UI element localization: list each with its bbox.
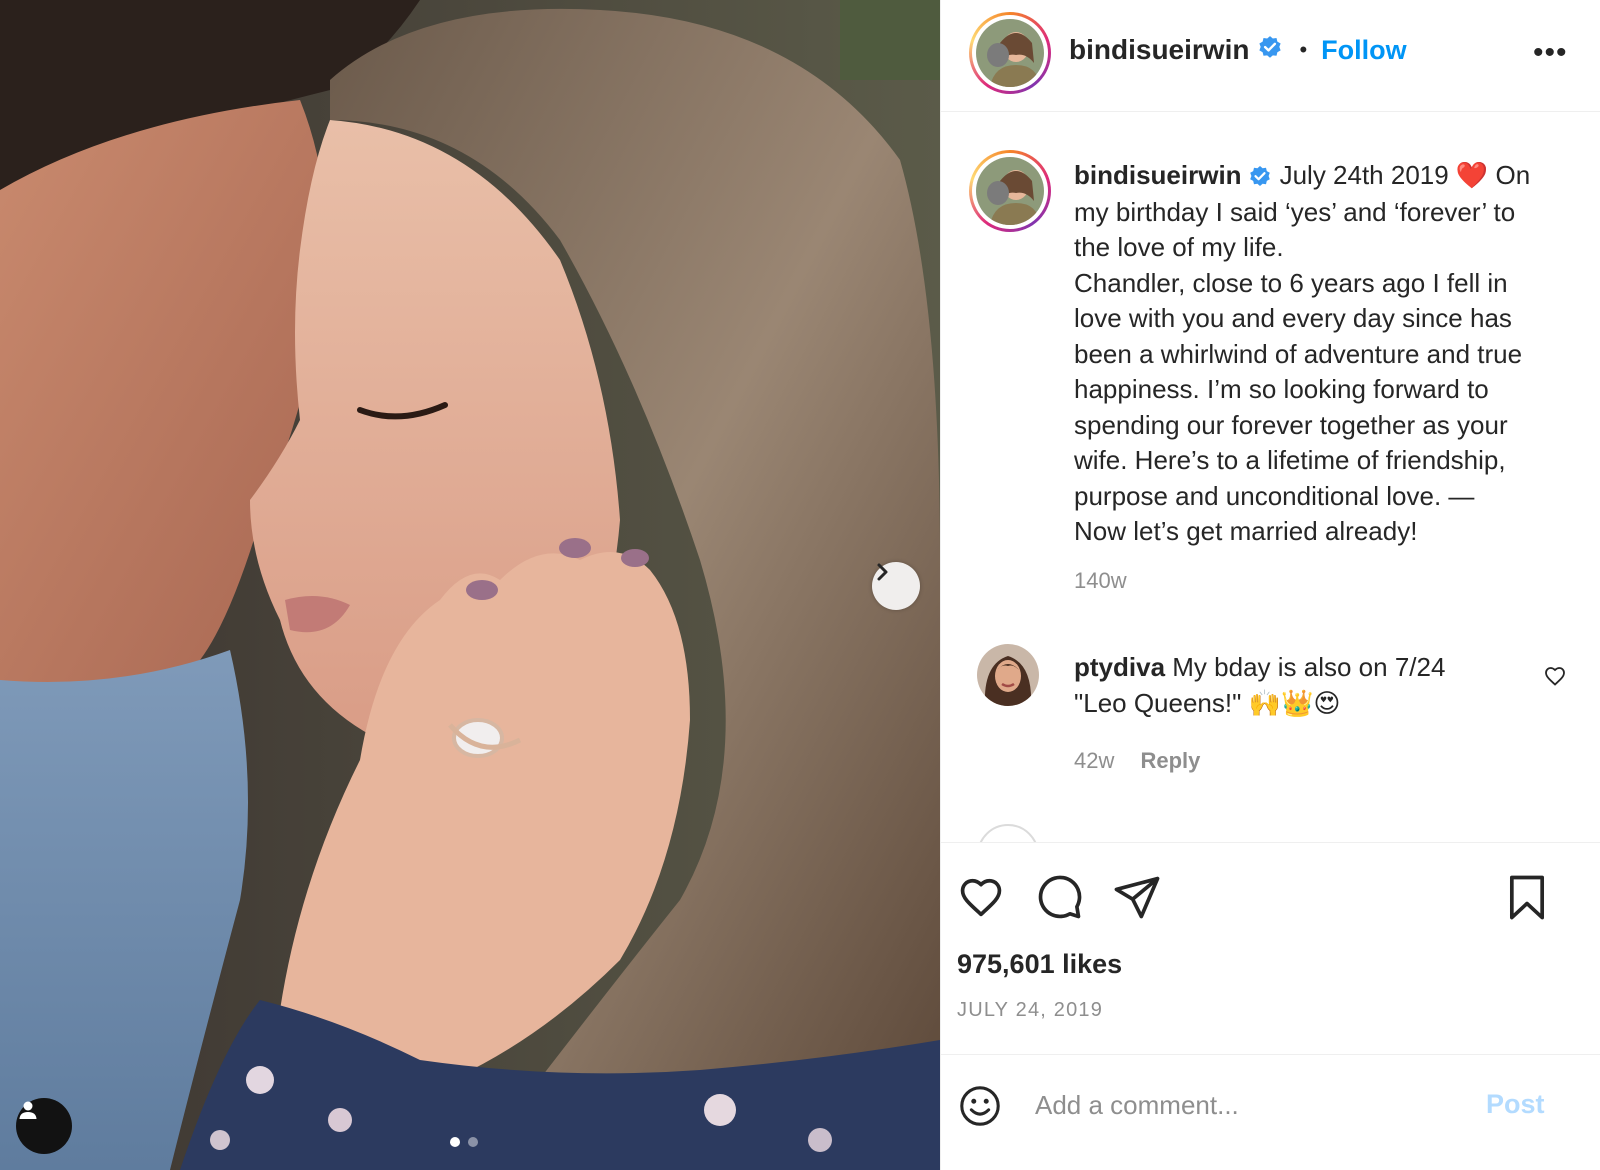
post-comment-button[interactable]: Post [1486,1089,1545,1120]
verified-badge-icon [1248,159,1272,195]
chevron-right-icon [877,563,888,581]
comment-bubble-icon [1038,875,1082,919]
instagram-post-view: bindisueirwin • Follow ••• bindisueirwin… [0,0,1600,1170]
header-user-row: bindisueirwin • Follow [1069,34,1407,66]
caption-text: love with you and every day since has [1074,303,1512,334]
comment-text: My bday is also on 7/24 [1172,652,1446,682]
carousel-next-button[interactable] [872,562,920,610]
caption-text: the love of my life. [1074,232,1284,263]
emoji-picker-button[interactable] [957,1083,1003,1134]
more-options-icon[interactable]: ••• [1533,36,1568,70]
comment-item: ptydiva My bday is also on 7/24 "Leo Que… [1074,650,1514,721]
author-avatar-image [976,19,1044,87]
caption-text: Now let’s get married already! [1074,516,1418,547]
caption-text: July 24th 2019 ❤️ On [1279,160,1531,190]
reply-button[interactable]: Reply [1140,748,1200,773]
caption-text: my birthday I said ‘yes’ and ‘forever’ t… [1074,196,1516,227]
verified-badge-icon [1257,35,1283,66]
bookmark-icon [1509,875,1545,920]
caption-timestamp[interactable]: 140w [1074,568,1127,594]
caption-author-avatar-image [976,157,1044,225]
comment-text-line-2: "Leo Queens!" 🙌👑😍 [1074,687,1341,718]
comment-button[interactable] [1033,871,1085,928]
tagged-users-button[interactable] [16,1098,72,1154]
comment-line-1: ptydiva My bday is also on 7/24 [1074,650,1514,686]
post-photo[interactable] [0,0,940,1170]
follow-button[interactable]: Follow [1321,35,1406,66]
comment-input[interactable] [1035,1085,1455,1125]
commenter-avatar[interactable] [977,644,1039,706]
caption-line-1: bindisueirwin July 24th 2019 ❤️ On [1074,158,1584,195]
like-button[interactable] [955,871,1007,928]
smiley-icon [960,1086,1000,1126]
carousel-dot-active [450,1137,460,1147]
like-count[interactable]: 975,601 likes [957,949,1122,980]
small-heart-icon [1545,667,1565,686]
user-tag-icon [19,1101,37,1119]
carousel-dot [468,1137,478,1147]
caption-author-avatar[interactable] [969,150,1051,232]
comment-timestamp[interactable]: 42w [1074,748,1114,773]
caption-text: happiness. I’m so looking forward to [1074,374,1489,405]
comment-like-button[interactable] [1543,664,1567,693]
heart-icon [960,878,1002,917]
author-avatar[interactable] [969,12,1051,94]
next-comment-avatar-partial [977,824,1039,842]
post-details-panel: bindisueirwin • Follow ••• bindisueirwin… [940,0,1600,1170]
comment-meta: 42w Reply [1074,748,1200,774]
post-date: JULY 24, 2019 [957,999,1104,1021]
caption-text: purpose and unconditional love. — [1074,480,1475,511]
comments-scroll-area[interactable]: bindisueirwin July 24th 2019 ❤️ On my bir… [941,112,1600,842]
save-button[interactable] [1501,871,1553,928]
photo-illustration [0,0,940,1170]
author-username[interactable]: bindisueirwin [1069,34,1249,66]
share-button[interactable] [1111,871,1163,928]
carousel-indicator [450,1137,478,1147]
post-header: bindisueirwin • Follow ••• [941,0,1600,112]
post-caption: bindisueirwin July 24th 2019 ❤️ On my bir… [1074,158,1584,550]
paper-plane-icon [1114,876,1160,919]
caption-text: been a whirlwind of adventure and true [1074,338,1523,369]
post-actions: 975,601 likes JULY 24, 2019 [941,842,1600,1054]
caption-text: Chandler, close to 6 years ago I fell in [1074,267,1508,298]
caption-text: wife. Here’s to a lifetime of friendship… [1074,445,1506,476]
caption-username[interactable]: bindisueirwin [1074,160,1242,190]
separator-dot: • [1299,37,1308,62]
commenter-username[interactable]: ptydiva [1074,652,1165,682]
caption-text: spending our forever together as your [1074,409,1508,440]
add-comment-bar: Post [941,1054,1600,1170]
